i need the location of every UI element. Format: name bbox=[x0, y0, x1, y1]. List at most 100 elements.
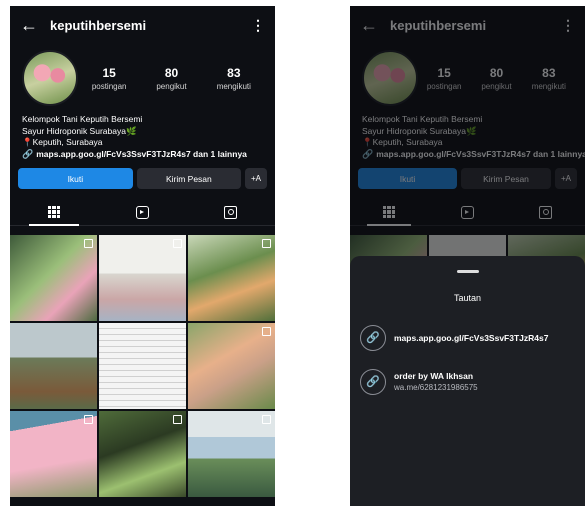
bio-line-3-text: Keputih, Surabaya bbox=[32, 137, 103, 147]
posts-stat: 15 postingan bbox=[418, 66, 470, 91]
bio-links[interactable]: 🔗 maps.app.goo.gl/FcVs3SsvF3TJzR4s7 dan … bbox=[22, 149, 263, 161]
following-count: 83 bbox=[227, 65, 241, 80]
post-grid bbox=[10, 235, 275, 497]
link-item-whatsapp[interactable]: 🔗 order by WA Ikhsan wa.me/6281231986575 bbox=[350, 368, 585, 395]
post-thumbnail[interactable] bbox=[188, 411, 275, 497]
posts-count: 15 bbox=[102, 65, 116, 80]
following-count: 83 bbox=[542, 65, 556, 80]
profile-username: keputihbersemi bbox=[50, 17, 147, 33]
follow-button: Ikuti bbox=[358, 168, 457, 189]
sheet-title: Tautan bbox=[453, 292, 482, 303]
following-stat: 83 mengikuti bbox=[523, 66, 575, 91]
carousel-icon bbox=[262, 239, 271, 248]
followers-stat[interactable]: 80 pengikut bbox=[140, 66, 202, 91]
sheet-drag-handle[interactable] bbox=[456, 270, 479, 273]
top-bar: ← keputihbersemi ⋮ bbox=[10, 6, 275, 44]
back-arrow-icon[interactable]: ← bbox=[360, 16, 378, 34]
bio-link-text[interactable]: maps.app.goo.gl/FcVs3SsvF3TJzR4s7 dan 1 … bbox=[36, 149, 247, 161]
back-arrow-icon[interactable]: ← bbox=[20, 16, 38, 34]
location-pin-icon: 📍 bbox=[22, 137, 33, 147]
posts-count: 15 bbox=[437, 65, 451, 80]
carousel-icon bbox=[262, 327, 271, 336]
post-thumbnail[interactable] bbox=[10, 323, 97, 409]
avatar bbox=[362, 50, 418, 106]
link-item-maps[interactable]: 🔗 maps.app.goo.gl/FcVs3SsvF3TJzR4s7 bbox=[350, 324, 585, 351]
leaf-icon: 🌿 bbox=[465, 125, 477, 136]
leaf-icon: 🌿 bbox=[125, 125, 137, 136]
profile-header: 15 postingan 80 pengikut 83 mengikuti bbox=[10, 44, 275, 106]
posts-stat: 15 postingan bbox=[78, 66, 140, 91]
profile-actions: Ikuti Kirim Pesan +A bbox=[350, 160, 585, 189]
tab-tagged bbox=[507, 199, 585, 225]
tab-reels bbox=[428, 199, 506, 225]
bio-line-3: 📍Keputih, Surabaya bbox=[22, 137, 263, 149]
follow-button[interactable]: Ikuti bbox=[18, 168, 133, 189]
followers-stat: 80 pengikut bbox=[470, 66, 522, 91]
add-person-button[interactable]: +A bbox=[245, 168, 267, 189]
more-options-icon[interactable]: ⋮ bbox=[251, 17, 265, 34]
post-thumbnail[interactable] bbox=[99, 323, 186, 409]
tab-reels[interactable] bbox=[98, 199, 186, 225]
following-stat[interactable]: 83 mengikuti bbox=[203, 66, 265, 91]
followers-label: pengikut bbox=[481, 81, 512, 91]
posts-label: postingan bbox=[91, 81, 127, 91]
followers-count: 80 bbox=[164, 65, 179, 80]
message-button[interactable]: Kirim Pesan bbox=[136, 168, 241, 189]
profile-tabs bbox=[10, 199, 275, 226]
tab-posts[interactable] bbox=[10, 199, 98, 226]
post-thumbnail[interactable] bbox=[188, 323, 275, 409]
bio-line-2-text: Sayur Hidroponik Surabaya bbox=[22, 125, 126, 136]
bio-line-1: Kelompok Tani Keputih Bersemi bbox=[22, 114, 143, 124]
posts-label: postingan bbox=[426, 81, 462, 91]
tagged-icon bbox=[539, 205, 553, 219]
profile-bio: Kelompok Tani Keputih Bersemi Sayur Hidr… bbox=[350, 106, 585, 160]
link-item-url: wa.me/6281231986575 bbox=[394, 383, 478, 392]
bio-line-2: Sayur Hidroponik Surabaya🌿 bbox=[362, 126, 573, 138]
followers-label: pengikut bbox=[156, 81, 187, 91]
bio-line-1: Kelompok Tani Keputih Bersemi bbox=[362, 114, 483, 124]
bio-line-2: Sayur Hidroponik Surabaya🌿 bbox=[22, 126, 263, 138]
post-thumbnail[interactable] bbox=[99, 411, 186, 497]
post-thumbnail[interactable] bbox=[10, 411, 97, 497]
message-button: Kirim Pesan bbox=[461, 168, 551, 189]
link-item-title: order by WA Ikhsan bbox=[394, 371, 474, 381]
links-sheet-screen: ← keputihbersemi ⋮ 15 postingan 80 pengi… bbox=[350, 6, 585, 506]
following-label: mengikuti bbox=[216, 81, 251, 91]
bio-link-text: maps.app.goo.gl/FcVs3SsvF3TJzR4s7 dan 1 … bbox=[376, 148, 585, 159]
following-label: mengikuti bbox=[531, 81, 566, 91]
carousel-icon bbox=[84, 415, 93, 424]
more-options-icon[interactable]: ⋮ bbox=[561, 17, 575, 34]
add-person-button: +A bbox=[555, 168, 577, 189]
link-icon: 🔗 bbox=[360, 368, 386, 395]
link-icon: 🔗 bbox=[360, 324, 386, 351]
post-thumbnail[interactable] bbox=[10, 235, 97, 321]
followers-count: 80 bbox=[489, 65, 504, 80]
reels-icon bbox=[135, 205, 149, 219]
tagged-icon bbox=[224, 205, 238, 219]
bio-line-2-text: Sayur Hidroponik Surabaya bbox=[362, 125, 466, 136]
bio-line-3: 📍Keputih, Surabaya bbox=[362, 137, 573, 149]
post-thumbnail[interactable] bbox=[99, 235, 186, 321]
tab-posts bbox=[350, 199, 428, 226]
profile-tabs bbox=[350, 199, 585, 226]
carousel-icon bbox=[173, 239, 182, 248]
profile-actions: Ikuti Kirim Pesan +A bbox=[10, 160, 275, 189]
bio-links: 🔗 maps.app.goo.gl/FcVs3SsvF3TJzR4s7 dan … bbox=[362, 148, 585, 161]
profile-bio: Kelompok Tani Keputih Bersemi Sayur Hidr… bbox=[10, 106, 275, 160]
post-thumbnail[interactable] bbox=[188, 235, 275, 321]
tab-tagged[interactable] bbox=[187, 199, 275, 225]
carousel-icon bbox=[84, 239, 93, 248]
avatar[interactable] bbox=[22, 50, 78, 106]
carousel-icon bbox=[173, 415, 182, 424]
links-bottom-sheet: Tautan 🔗 maps.app.goo.gl/FcVs3SsvF3TJzR4… bbox=[350, 256, 585, 506]
link-icon: 🔗 bbox=[22, 148, 34, 159]
grid-icon bbox=[383, 206, 396, 218]
reels-icon bbox=[460, 205, 474, 219]
link-icon: 🔗 bbox=[362, 148, 374, 159]
link-item-title: maps.app.goo.gl/FcVs3SsvF3TJzR4s7 bbox=[394, 332, 549, 343]
profile-screen: ← keputihbersemi ⋮ 15 postingan 80 pengi… bbox=[10, 6, 275, 506]
carousel-icon bbox=[262, 415, 271, 424]
profile-username: keputihbersemi bbox=[390, 17, 487, 33]
bio-line-3-text: Keputih, Surabaya bbox=[372, 137, 443, 147]
profile-header: 15 postingan 80 pengikut 83 mengikuti bbox=[350, 44, 585, 106]
